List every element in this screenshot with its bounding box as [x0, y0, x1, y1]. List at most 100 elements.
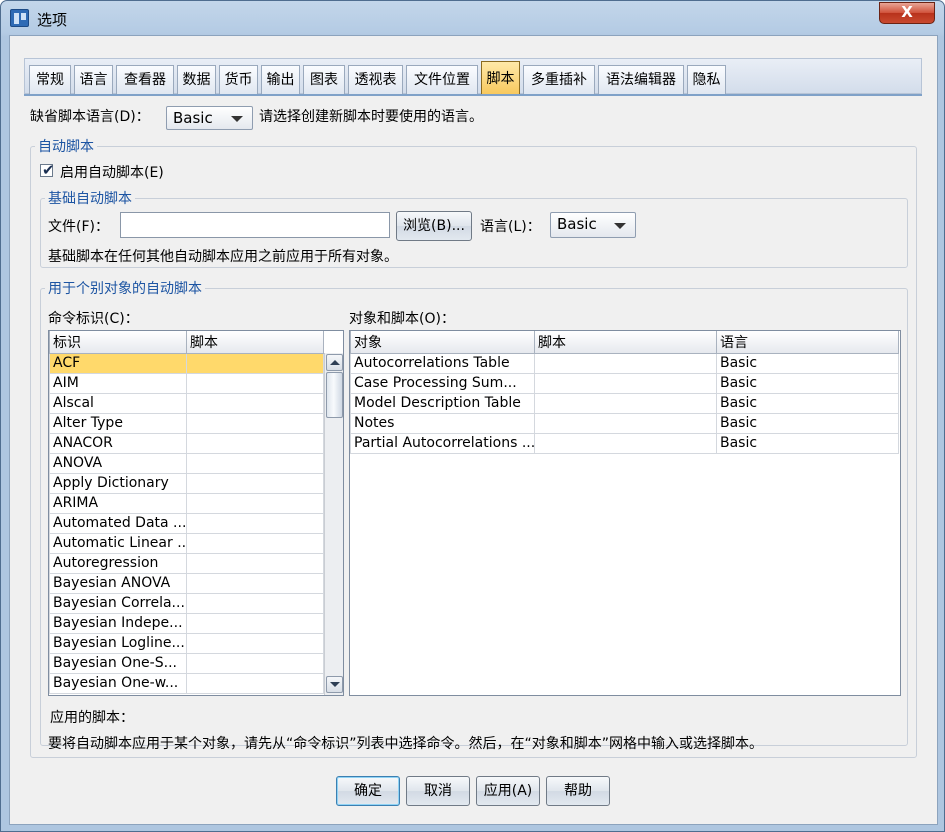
command-script-cell[interactable] [186, 532, 324, 554]
command-script-cell[interactable] [186, 432, 324, 454]
tab-9[interactable]: 脚本 [481, 61, 520, 95]
command-row[interactable]: Bayesian One-S... [49, 652, 324, 674]
scroll-thumb[interactable] [326, 372, 343, 418]
command-script-cell[interactable] [186, 372, 324, 394]
enable-autoscript-checkbox[interactable]: ✔ [40, 161, 55, 179]
column-header-script[interactable]: 脚本 [186, 331, 324, 354]
scroll-up-button[interactable] [326, 354, 343, 371]
command-row[interactable]: ARIMA [49, 492, 324, 514]
command-script-cell[interactable] [186, 632, 324, 654]
command-script-cell[interactable] [186, 612, 324, 634]
object-script-cell[interactable] [534, 392, 717, 414]
command-script-cell[interactable] [186, 492, 324, 514]
command-row[interactable]: Alscal [49, 392, 324, 414]
tab-12[interactable]: 隐私 [687, 65, 726, 95]
object-object-cell[interactable]: Case Processing Sum... [350, 372, 535, 394]
command-row[interactable]: Autoregression [49, 552, 324, 574]
command-script-cell[interactable] [186, 572, 324, 594]
tab-7[interactable]: 透视表 [348, 65, 403, 95]
command-row[interactable]: Bayesian Logline... [49, 632, 324, 654]
autoscript-legend: 自动脚本 [38, 139, 94, 155]
command-script-cell[interactable] [186, 472, 324, 494]
dialog-client: 常规 语言 查看器 数据 货币 输出 图表 透视表 文件位置 脚本 多重插补 语法编辑器 隐私 缺省脚本… [9, 35, 938, 825]
command-id-cell: Bayesian Indepe... [49, 612, 187, 634]
object-object-cell[interactable]: Notes [350, 412, 535, 434]
command-row[interactable]: Apply Dictionary [49, 472, 324, 494]
object-language-cell[interactable]: Basic [716, 352, 899, 374]
command-list-scrollbar[interactable] [324, 353, 343, 695]
command-row[interactable]: Bayesian ANOVA [49, 572, 324, 594]
object-language-cell[interactable]: Basic [716, 412, 899, 434]
command-row[interactable]: ANOVA [49, 452, 324, 474]
command-row[interactable]: ANACOR [49, 432, 324, 454]
command-script-cell[interactable] [186, 452, 324, 474]
tab-4[interactable]: 货币 [219, 65, 258, 95]
command-row[interactable]: Automated Data ... [49, 512, 324, 534]
column-header-id[interactable]: 标识 [49, 331, 187, 354]
individual-autoscript-legend: 用于个别对象的自动脚本 [48, 281, 202, 297]
object-object-cell[interactable]: Model Description Table [350, 392, 535, 414]
command-script-cell[interactable] [186, 512, 324, 534]
object-script-cell[interactable] [534, 372, 717, 394]
object-script-cell[interactable] [534, 432, 717, 454]
column-header-script[interactable]: 脚本 [534, 331, 717, 354]
base-language-select[interactable]: Basic [550, 212, 636, 238]
command-script-cell[interactable] [186, 552, 324, 574]
object-object-cell[interactable]: Partial Autocorrelations ... [350, 432, 535, 454]
object-row[interactable]: Model Description Table Basic [350, 392, 899, 414]
tab-6[interactable]: 图表 [303, 65, 345, 95]
object-language-cell[interactable]: Basic [716, 392, 899, 414]
command-row[interactable]: AIM [49, 372, 324, 394]
apply-button[interactable]: 应用(A) [476, 776, 540, 806]
object-row[interactable]: Partial Autocorrelations ... Basic [350, 432, 899, 454]
command-script-cell[interactable] [186, 412, 324, 434]
command-row[interactable]: Alter Type [49, 412, 324, 434]
tab-11[interactable]: 语法编辑器 [598, 65, 684, 95]
command-script-cell[interactable] [186, 652, 324, 674]
scroll-down-button[interactable] [326, 676, 343, 693]
command-script-cell[interactable] [186, 672, 324, 694]
file-input[interactable] [120, 212, 390, 238]
command-row[interactable]: ACF [49, 352, 324, 374]
browse-button[interactable]: 浏览(B)... [396, 211, 472, 241]
tab-5[interactable]: 输出 [261, 65, 300, 95]
command-id-list[interactable]: 标识 脚本 ACF AIM Alscal Alter Type ANACOR ANOVA A… [48, 330, 344, 696]
command-script-cell[interactable] [186, 352, 324, 374]
command-id-cell: Apply Dictionary [49, 472, 187, 494]
object-script-cell[interactable] [534, 412, 717, 434]
object-object-cell[interactable]: Autocorrelations Table [350, 352, 535, 374]
command-row[interactable]: Bayesian Correla... [49, 592, 324, 614]
title-bar[interactable]: 选项 X [1, 1, 944, 35]
tab-1[interactable]: 语言 [74, 65, 113, 95]
ok-button[interactable]: 确定 [336, 776, 400, 806]
object-row[interactable]: Autocorrelations Table Basic [350, 352, 899, 374]
default-language-select[interactable]: Basic [166, 106, 253, 130]
object-script-cell[interactable] [534, 352, 717, 374]
column-header-object[interactable]: 对象 [350, 331, 535, 354]
object-language-cell[interactable]: Basic [716, 432, 899, 454]
object-language-cell[interactable]: Basic [716, 372, 899, 394]
tab-10[interactable]: 多重插补 [523, 65, 595, 95]
tab-8[interactable]: 文件位置 [406, 65, 478, 95]
command-row[interactable]: Bayesian One-w... [49, 672, 324, 694]
objects-scripts-grid[interactable]: 对象 脚本 语言 Autocorrelations Table Basic Case… [349, 330, 901, 696]
default-language-value: Basic [173, 109, 213, 127]
tab-2[interactable]: 查看器 [116, 65, 174, 95]
object-row[interactable]: Case Processing Sum... Basic [350, 372, 899, 394]
help-button[interactable]: 帮助 [546, 776, 610, 806]
tab-3[interactable]: 数据 [177, 65, 216, 95]
command-row[interactable]: Bayesian Indepe... [49, 612, 324, 634]
command-id-cell: Alter Type [49, 412, 187, 434]
column-header-language[interactable]: 语言 [716, 331, 899, 354]
command-script-cell[interactable] [186, 592, 324, 614]
close-button[interactable]: X [879, 2, 935, 24]
command-id-label: 命令标识(C)： [48, 311, 139, 327]
base-script-note: 基础脚本在任何其他自动脚本应用之前应用于所有对象。 [48, 249, 398, 265]
command-row[interactable]: Automatic Linear ... [49, 532, 324, 554]
enable-autoscript-label[interactable]: 启用自动脚本(E) [60, 162, 164, 182]
command-script-cell[interactable] [186, 392, 324, 414]
tab-0[interactable]: 常规 [29, 65, 71, 95]
command-id-cell: ANOVA [49, 452, 187, 474]
object-row[interactable]: Notes Basic [350, 412, 899, 434]
cancel-button[interactable]: 取消 [406, 776, 470, 806]
